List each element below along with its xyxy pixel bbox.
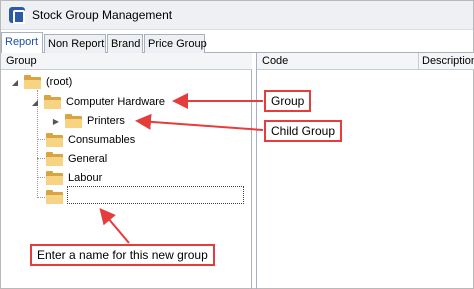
group-grid-panel: Code Description: [256, 53, 474, 289]
tree-node-label: Labour: [68, 172, 103, 184]
tree-node-computer-hardware[interactable]: ◢ Computer Hardware: [30, 93, 165, 111]
tab-report[interactable]: Report: [1, 32, 43, 54]
tree-node-labour[interactable]: Labour: [46, 169, 102, 187]
tree-node-consumables[interactable]: Consumables: [46, 131, 135, 149]
callout-new-group-hint: Enter a name for this new group: [30, 244, 215, 266]
tree-node-new-group[interactable]: [46, 188, 68, 206]
folder-icon: [65, 113, 82, 128]
tab-strip: Report Non Report Brand Price Group: [1, 32, 473, 54]
tree-node-general[interactable]: General: [46, 150, 107, 168]
callout-group: Group: [264, 90, 312, 112]
group-header: Group: [1, 53, 252, 70]
folder-open-icon: [44, 94, 61, 109]
tab-non-report[interactable]: Non Report: [44, 34, 106, 53]
title-bar: Stock Group Management: [1, 1, 473, 30]
tree-node-root[interactable]: ◢ (root): [10, 73, 72, 91]
tree-node-label: Printers: [87, 115, 125, 127]
collapse-arrow-icon[interactable]: ▶: [51, 117, 61, 126]
folder-icon: [46, 170, 63, 185]
folder-open-icon: [24, 74, 41, 89]
stock-group-window: Stock Group Management Report Non Report…: [0, 0, 474, 289]
callout-child-group: Child Group: [264, 120, 343, 142]
tab-brand[interactable]: Brand: [107, 34, 143, 53]
window-title: Stock Group Management: [32, 8, 173, 22]
tab-price-group[interactable]: Price Group: [144, 34, 207, 53]
column-header-code[interactable]: Code: [257, 53, 419, 70]
folder-icon: [46, 189, 63, 204]
folder-icon: [46, 132, 63, 147]
expand-arrow-icon[interactable]: ◢: [10, 78, 20, 87]
new-group-name-input[interactable]: [67, 186, 244, 204]
tree-node-label: (root): [46, 76, 73, 88]
expand-arrow-icon[interactable]: ◢: [30, 98, 40, 107]
folder-icon: [46, 151, 63, 166]
tree-node-label: Consumables: [68, 134, 136, 146]
tree-node-label: General: [68, 153, 108, 165]
column-header-description[interactable]: Description: [419, 53, 474, 70]
app-icon: [9, 7, 25, 24]
tree-node-printers[interactable]: ▶ Printers: [51, 112, 125, 130]
tree-node-label: Computer Hardware: [66, 96, 166, 108]
